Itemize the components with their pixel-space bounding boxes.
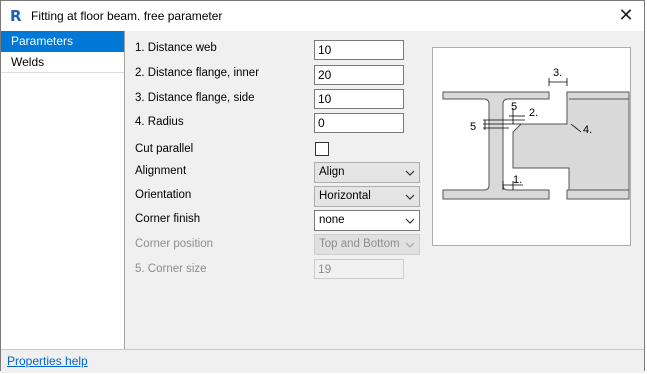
fitting-diagram: 3. 2. 5 5 4. 1. <box>432 47 631 246</box>
sidebar: Parameters Welds <box>1 31 125 349</box>
corner-finish-value: none <box>319 214 345 226</box>
alignment-select[interactable]: Align <box>314 162 420 183</box>
distance-web-input[interactable] <box>314 40 404 60</box>
corner-position-value: Top and Bottom <box>319 238 400 250</box>
sidebar-item-label: Parameters <box>11 34 74 48</box>
cut-parallel-checkbox[interactable] <box>315 142 329 156</box>
beam-cross-section-drawing: 3. 2. 5 5 4. 1. <box>442 67 630 200</box>
corner-finish-select[interactable]: none <box>314 210 420 231</box>
corner-finish-label: Corner finish <box>135 213 201 225</box>
dim-label-5-top: 5 <box>511 101 517 113</box>
distance-flange-inner-input[interactable] <box>314 65 404 85</box>
distance-flange-inner-label: 2. Distance flange, inner <box>135 67 260 79</box>
radius-label: 4. Radius <box>135 116 184 128</box>
orientation-value: Horizontal <box>319 190 371 202</box>
window-title: Fitting at floor beam. free parameter <box>31 9 223 23</box>
sidebar-item-welds[interactable]: Welds <box>1 52 124 73</box>
chevron-down-icon <box>405 170 415 176</box>
alignment-label: Alignment <box>135 165 187 177</box>
revit-r-icon: R <box>10 7 22 25</box>
close-icon[interactable]: ✕ <box>616 5 636 25</box>
sidebar-item-parameters[interactable]: Parameters <box>1 31 124 52</box>
orientation-select[interactable]: Horizontal <box>314 186 420 207</box>
orientation-label: Orientation <box>135 189 192 201</box>
title-bar: R Fitting at floor beam. free parameter … <box>1 1 644 31</box>
dim-label-2: 2. <box>529 107 538 119</box>
properties-help-link[interactable]: Properties help <box>7 354 88 368</box>
chevron-down-icon <box>405 242 415 248</box>
alignment-value: Align <box>319 166 345 178</box>
corner-size-input <box>314 259 404 279</box>
distance-web-label: 1. Distance web <box>135 42 217 54</box>
distance-flange-side-label: 3. Distance flange, side <box>135 92 255 104</box>
sidebar-item-label: Welds <box>11 55 45 69</box>
chevron-down-icon <box>405 218 415 224</box>
radius-input[interactable] <box>314 113 404 133</box>
dim-label-4: 4. <box>583 124 592 136</box>
chevron-down-icon <box>405 194 415 200</box>
corner-position-label: Corner position <box>135 238 213 250</box>
corner-size-label: 5. Corner size <box>135 263 207 275</box>
dialog-window: R Fitting at floor beam. free parameter … <box>0 0 645 373</box>
dim-label-5-side: 5 <box>470 121 476 133</box>
dialog-footer: Properties help <box>1 349 644 373</box>
distance-flange-side-input[interactable] <box>314 89 404 109</box>
dim-label-3: 3. <box>553 67 562 79</box>
dim-label-1: 1. <box>513 174 522 186</box>
corner-position-select: Top and Bottom <box>314 234 420 255</box>
cut-parallel-label: Cut parallel <box>135 143 194 155</box>
